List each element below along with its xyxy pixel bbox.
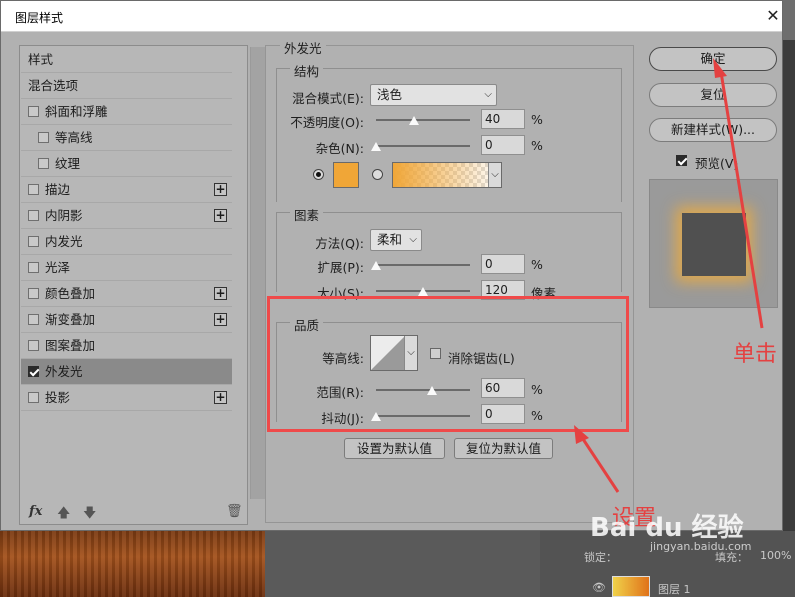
- baidu-watermark: Bai du 经验: [590, 513, 744, 543]
- click-arrow-line: [719, 71, 764, 329]
- click-arrow-head: [713, 58, 727, 78]
- baidu-watermark-url: jingyan.baidu.com: [650, 540, 752, 553]
- set-arrow-line: [579, 435, 620, 493]
- click-annotation: 单击: [733, 342, 778, 367]
- set-arrow-head: [574, 425, 589, 444]
